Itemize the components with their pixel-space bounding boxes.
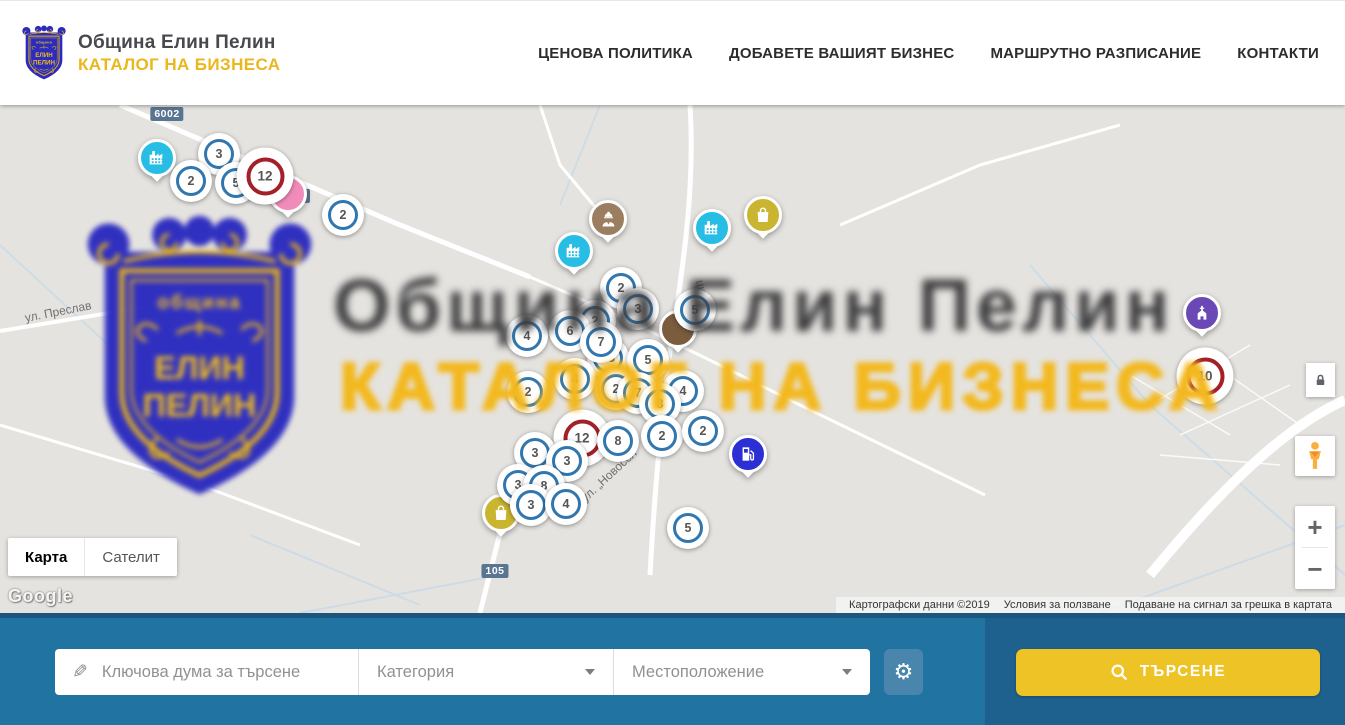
street-view-pegman[interactable] xyxy=(1295,436,1335,476)
cluster-count: 7 xyxy=(586,327,616,357)
keyword-field: ✎ xyxy=(55,649,358,695)
nav-link[interactable]: КОНТАКТИ xyxy=(1237,45,1319,62)
lock-button[interactable] xyxy=(1306,363,1335,397)
search-panel-right: ТЪРСЕНЕ xyxy=(985,618,1345,725)
cluster-count: 3 xyxy=(516,490,546,520)
nav-link[interactable]: ДОБАВЕТЕ ВАШИЯТ БИЗНЕС xyxy=(729,45,954,62)
cluster-marker[interactable]: 4 xyxy=(506,315,548,357)
zoom-in-button[interactable]: + xyxy=(1295,506,1335,547)
cluster-count: 2 xyxy=(647,421,677,451)
padlock-icon xyxy=(1313,372,1328,388)
cluster-marker[interactable]: 12 xyxy=(237,148,294,205)
cluster-marker[interactable]: 4 xyxy=(554,358,596,400)
factory-pin-marker[interactable] xyxy=(691,208,733,262)
cluster-count: 2 xyxy=(176,166,206,196)
keyword-input[interactable] xyxy=(100,662,358,683)
zoom-out-button[interactable]: − xyxy=(1295,548,1335,589)
cluster-marker[interactable]: 2 xyxy=(322,194,364,236)
cluster-count: 4 xyxy=(560,364,590,394)
search-icon xyxy=(1110,663,1129,682)
search-panel: ✎ Категория Местоположение ⚙ xyxy=(0,613,1345,725)
gas-icon xyxy=(729,435,767,473)
cluster-count: 5 xyxy=(680,295,710,325)
cluster-count: 2 xyxy=(688,416,718,446)
app-root: Община Елин Пелин КАТАЛОГ НА БИЗНЕСА ЦЕН… xyxy=(0,0,1345,725)
cluster-marker[interactable]: 2 xyxy=(507,371,549,413)
cluster-count: 3 xyxy=(623,294,653,324)
cluster-marker[interactable]: 2 xyxy=(641,415,683,457)
factory-icon xyxy=(138,139,176,177)
gear-icon: ⚙ xyxy=(894,661,914,683)
location-select-label: Местоположение xyxy=(632,663,764,682)
site-subtitle: КАТАЛОГ НА БИЗНЕСА xyxy=(78,55,280,75)
app-header: Община Елин Пелин КАТАЛОГ НА БИЗНЕСА ЦЕН… xyxy=(0,0,1345,105)
cluster-count: 8 xyxy=(603,426,633,456)
cluster-count: 5 xyxy=(633,345,663,375)
search-field-group: ✎ Категория Местоположение xyxy=(55,649,870,695)
main-nav: ЦЕНОВА ПОЛИТИКА ДОБАВЕТЕ ВАШИЯТ БИЗНЕС МАР… xyxy=(538,45,1345,62)
nav-link[interactable]: ЦЕНОВА ПОЛИТИКА xyxy=(538,45,693,62)
bag-icon xyxy=(744,196,782,234)
cluster-count: 2 xyxy=(328,200,358,230)
map-type-control: Карта Сателит xyxy=(8,538,177,576)
brand-logo[interactable]: Община Елин Пелин КАТАЛОГ НА БИЗНЕСА xyxy=(0,25,280,81)
search-submit-button[interactable]: ТЪРСЕНЕ xyxy=(1016,649,1320,696)
category-select[interactable]: Категория xyxy=(358,649,613,695)
pencil-icon: ✎ xyxy=(72,661,88,684)
google-logo[interactable]: Google xyxy=(8,586,73,607)
road-badge: 105 xyxy=(481,564,508,578)
attribution-text: Картографски данни ©2019 xyxy=(842,599,997,611)
site-title: Община Елин Пелин xyxy=(78,32,280,54)
map-attribution: Картографски данни ©2019Условия за ползв… xyxy=(836,597,1345,613)
search-submit-label: ТЪРСЕНЕ xyxy=(1140,663,1226,681)
cluster-count: 5 xyxy=(673,513,703,543)
church-icon xyxy=(1183,294,1221,332)
church-pin-marker[interactable] xyxy=(1181,293,1223,347)
attribution-link[interactable]: Подаване на сигнал за грешка в картата xyxy=(1118,599,1339,611)
category-select-label: Категория xyxy=(377,663,454,682)
worker-icon xyxy=(589,200,627,238)
cluster-marker[interactable]: 3 xyxy=(617,288,659,330)
location-select[interactable]: Местоположение xyxy=(613,649,870,695)
chevron-down-icon xyxy=(842,669,852,675)
attribution-link[interactable]: Условия за ползване xyxy=(997,599,1118,611)
bag-pin-marker[interactable] xyxy=(742,195,784,249)
cluster-marker[interactable]: 5 xyxy=(667,507,709,549)
cluster-marker[interactable]: 5 xyxy=(674,289,716,331)
zoom-control: + − xyxy=(1295,506,1335,589)
advanced-search-button[interactable]: ⚙ xyxy=(884,649,923,695)
gas-pin-marker[interactable] xyxy=(727,434,769,488)
cluster-count: 4 xyxy=(512,321,542,351)
factory-icon xyxy=(693,209,731,247)
cluster-marker[interactable]: 2 xyxy=(682,410,724,452)
nav-link[interactable]: МАРШРУТНО РАЗПИСАНИЕ xyxy=(990,45,1201,62)
map-type-satellite-button[interactable]: Сателит xyxy=(84,538,177,576)
map-canvas[interactable]: ул. Преславбул. „Новоселци 6002105 32512… xyxy=(0,105,1345,613)
cluster-count: 2 xyxy=(513,377,543,407)
cluster-marker[interactable]: 10 xyxy=(1177,348,1234,405)
cluster-count: 4 xyxy=(551,489,581,519)
search-panel-left: ✎ Категория Местоположение ⚙ xyxy=(0,618,985,725)
municipality-crest-icon xyxy=(22,25,66,81)
brand-text: Община Елин Пелин КАТАЛОГ НА БИЗНЕСА xyxy=(78,32,280,75)
road-badge: 6002 xyxy=(150,107,183,121)
pegman-icon xyxy=(1302,441,1328,471)
map-type-map-button[interactable]: Карта xyxy=(8,538,84,576)
worker-pin-marker[interactable] xyxy=(587,199,629,253)
chevron-down-icon xyxy=(585,669,595,675)
cluster-marker[interactable]: 4 xyxy=(545,483,587,525)
cluster-count: 10 xyxy=(1186,357,1224,395)
cluster-marker[interactable]: 8 xyxy=(597,420,639,462)
cluster-marker[interactable]: 2 xyxy=(170,160,212,202)
cluster-marker[interactable]: 7 xyxy=(580,321,622,363)
cluster-count: 12 xyxy=(246,157,284,195)
